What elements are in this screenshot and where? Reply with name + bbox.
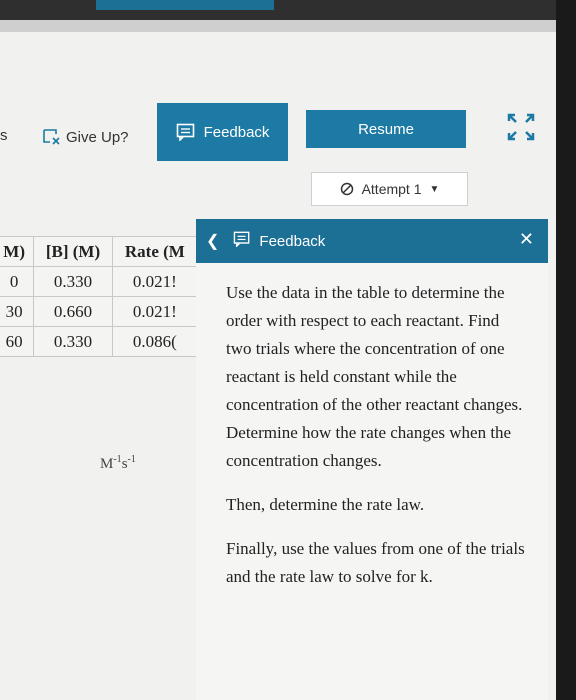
table-cell: 0.021!: [111, 266, 199, 297]
column-header: M): [0, 236, 35, 267]
table-cell: 0: [0, 266, 35, 297]
chevron-left-icon[interactable]: ❮: [206, 231, 219, 251]
feedback-panel: ❮ Feedback ✕ Use the data in the table t…: [196, 219, 548, 700]
give-up-button[interactable]: Give Up?: [42, 124, 129, 150]
attempt-dropdown[interactable]: Attempt 1 ▼: [311, 172, 468, 206]
table-cell: 0.021!: [111, 296, 199, 327]
table-row: 30 0.660 0.021!: [0, 296, 199, 327]
feedback-button[interactable]: Feedback: [157, 103, 288, 161]
units-exp-2: -1: [127, 454, 136, 465]
top-tab[interactable]: [96, 0, 274, 10]
units-base: M: [100, 456, 114, 472]
data-table: M) [B] (M) Rate (M 0 0.330 0.021! 30 0.6…: [0, 236, 199, 357]
table-cell: 0.660: [33, 296, 113, 327]
close-icon[interactable]: ✕: [519, 229, 534, 250]
table-cell: 60: [0, 326, 35, 357]
table-cell: 0.330: [33, 326, 113, 357]
feedback-icon: [233, 231, 251, 251]
feedback-text: Use the data in the table to determine t…: [226, 279, 526, 607]
resume-label: Resume: [358, 120, 414, 138]
column-header: [B] (M): [33, 236, 113, 267]
table-cell: 0.086(: [111, 326, 199, 357]
table-row: 0 0.330 0.021!: [0, 266, 199, 297]
feedback-icon: [176, 123, 194, 141]
toolbar-cut-label: s: [0, 127, 8, 144]
give-up-label: Give Up?: [66, 128, 129, 146]
top-bar-shadow: [0, 20, 556, 32]
table-row: 60 0.330 0.086(: [0, 326, 199, 357]
attempt-label: Attempt 1: [361, 181, 422, 197]
feedback-panel-title: Feedback: [259, 232, 326, 250]
feedback-paragraph: Use the data in the table to determine t…: [226, 283, 523, 470]
column-header: Rate (M: [111, 236, 199, 267]
feedback-label: Feedback: [203, 123, 270, 141]
feedback-panel-header: ❮ Feedback ✕: [196, 219, 548, 263]
page: s Give Up? Feedback Resume Attempt 1 ▼ M…: [0, 0, 556, 700]
table-cell: 0.330: [33, 266, 113, 297]
feedback-paragraph: Then, determine the rate law.: [226, 495, 425, 514]
give-up-icon: [42, 128, 60, 146]
expand-icon[interactable]: [506, 112, 536, 142]
no-entry-icon: [340, 182, 353, 196]
table-header-row: M) [B] (M) Rate (M: [0, 236, 199, 267]
screen-edge: [556, 0, 576, 700]
rate-constant-units: M-1s-1: [100, 454, 136, 473]
resume-button[interactable]: Resume: [306, 110, 466, 148]
table-cell: 30: [0, 296, 35, 327]
units-exp-1: -1: [113, 454, 122, 465]
chevron-down-icon: ▼: [429, 183, 440, 195]
feedback-paragraph: Finally, use the values from one of the …: [226, 539, 525, 586]
